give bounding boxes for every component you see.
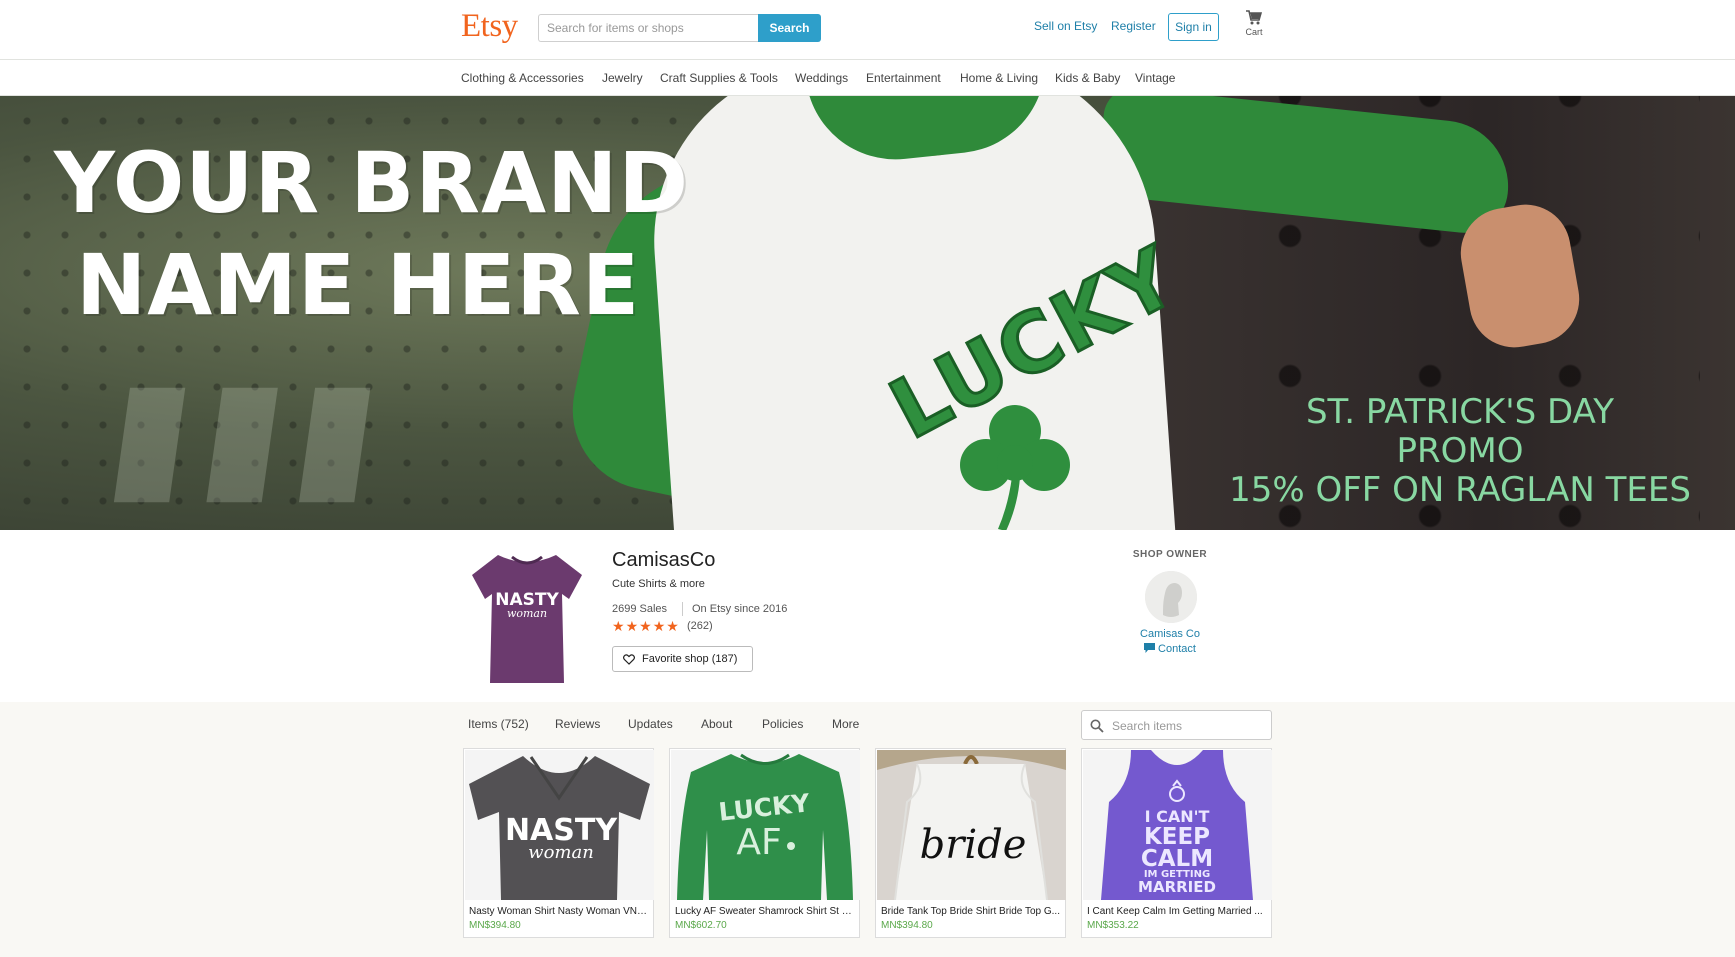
category-home-living[interactable]: Home & Living — [960, 71, 1038, 85]
listing-title[interactable]: Nasty Woman Shirt Nasty Woman VNe... — [469, 906, 649, 917]
shop-owner-title: SHOP OWNER — [1132, 549, 1208, 560]
category-craft-supplies[interactable]: Craft Supplies & Tools — [660, 71, 778, 85]
shamrock-icon — [960, 405, 1070, 530]
promo-line-2: PROMO — [1396, 431, 1524, 471]
owner-name-link[interactable]: Camisas Co — [1110, 628, 1230, 640]
owner-avatar[interactable] — [1145, 571, 1197, 623]
banner-promo: ST. PATRICK'S DAY PROMO 15% OFF ON RAGLA… — [1190, 393, 1730, 510]
cart-icon — [1246, 10, 1262, 25]
shop-banner: ▮▮▮ LUCKY YOUR BRAND NAME HERE ST. PATRI… — [0, 96, 1735, 530]
search-bar: Search — [538, 14, 821, 42]
listing-title[interactable]: Bride Tank Top Bride Shirt Bride Top G..… — [881, 906, 1061, 917]
item-search-input[interactable] — [1112, 716, 1267, 736]
rating-stars[interactable]: ★★★★★ — [612, 618, 680, 635]
listing-price: MN$394.80 — [469, 920, 521, 931]
category-jewelry[interactable]: Jewelry — [602, 71, 643, 85]
star-icon: ★ — [625, 618, 640, 634]
listing-print: woman — [528, 842, 594, 863]
listing-price: MN$394.80 — [881, 920, 933, 931]
listing-print: bride — [920, 822, 1027, 868]
banner-brand-line-1: YOUR BRAND — [54, 134, 690, 232]
listing-print: AF — [736, 822, 781, 863]
items-section: Items (752) Reviews Updates About Polici… — [0, 702, 1735, 957]
tab-updates[interactable]: Updates — [628, 717, 673, 731]
search-button[interactable]: Search — [758, 14, 821, 42]
contact-owner-link[interactable]: Contact — [1110, 643, 1230, 655]
category-weddings[interactable]: Weddings — [795, 71, 848, 85]
listing-card[interactable]: NASTY woman Nasty Woman Shirt Nasty Woma… — [463, 748, 654, 938]
category-nav: Clothing & Accessories Jewelry Craft Sup… — [0, 60, 1735, 96]
category-entertainment[interactable]: Entertainment — [866, 71, 941, 85]
shop-sales[interactable]: 2699 Sales — [612, 603, 667, 615]
tab-more[interactable]: More — [832, 717, 859, 731]
listing-card[interactable]: I CAN'T KEEP CALM IM GETTING MARRIED I C… — [1081, 748, 1272, 938]
star-icon: ★ — [666, 618, 680, 634]
review-count[interactable]: (262) — [687, 620, 713, 632]
listing-title[interactable]: Lucky AF Sweater Shamrock Shirt St P... — [675, 906, 855, 917]
contact-label: Contact — [1158, 643, 1196, 655]
category-vintage[interactable]: Vintage — [1135, 71, 1175, 85]
favorite-shop-button[interactable]: Favorite shop (187) — [612, 646, 753, 672]
listing-image[interactable]: I CAN'T KEEP CALM IM GETTING MARRIED — [1083, 750, 1272, 900]
listing-card[interactable]: LUCKY AF Lucky AF Sweater Shamrock Shirt… — [669, 748, 860, 938]
promo-line-1: ST. PATRICK'S DAY — [1305, 392, 1615, 432]
star-icon: ★ — [652, 618, 667, 634]
search-icon — [1090, 719, 1104, 733]
tab-about[interactable]: About — [701, 717, 732, 731]
listing-print: MARRIED — [1138, 878, 1216, 896]
shop-info: NASTY woman CamisasCo Cute Shirts & more… — [0, 530, 1735, 702]
banner-faded-letters: ▮▮▮ — [97, 346, 400, 520]
site-header: Etsy Search Sell on Etsy Register Sign i… — [0, 0, 1735, 60]
listing-image[interactable]: bride — [877, 750, 1066, 900]
promo-line-3: 15% OFF ON RAGLAN TEES — [1229, 470, 1691, 510]
listing-image[interactable]: LUCKY AF — [671, 750, 860, 900]
shop-icon[interactable]: NASTY woman — [468, 547, 586, 687]
shop-name: CamisasCo — [612, 549, 716, 571]
category-clothing-accessories[interactable]: Clothing & Accessories — [461, 71, 584, 85]
shop-tagline: Cute Shirts & more — [612, 578, 705, 590]
listing-image[interactable]: NASTY woman — [465, 750, 654, 900]
shop-icon-print-2: woman — [507, 607, 547, 620]
listing-card[interactable]: bride Bride Tank Top Bride Shirt Bride T… — [875, 748, 1066, 938]
listing-title[interactable]: I Cant Keep Calm Im Getting Married ... — [1087, 906, 1267, 917]
item-search-box — [1081, 710, 1272, 740]
tab-policies[interactable]: Policies — [762, 717, 803, 731]
heart-icon — [623, 653, 635, 665]
etsy-logo[interactable]: Etsy — [461, 8, 518, 45]
sell-on-etsy-link[interactable]: Sell on Etsy — [1034, 19, 1097, 33]
message-icon — [1144, 643, 1156, 653]
star-icon: ★ — [612, 618, 626, 634]
sign-in-button[interactable]: Sign in — [1168, 13, 1219, 41]
listing-price: MN$353.22 — [1087, 920, 1139, 931]
banner-brand-line-2: NAME HERE — [76, 236, 641, 334]
favorite-shop-label: Favorite shop (187) — [642, 653, 738, 665]
search-input[interactable] — [538, 14, 758, 42]
category-kids-baby[interactable]: Kids & Baby — [1055, 71, 1120, 85]
star-icon: ★ — [639, 618, 653, 634]
divider — [682, 602, 683, 616]
avatar-silhouette-icon — [1145, 571, 1197, 623]
shop-since: On Etsy since 2016 — [692, 603, 788, 615]
tab-items[interactable]: Items (752) — [468, 717, 529, 731]
register-link[interactable]: Register — [1111, 19, 1156, 33]
tab-reviews[interactable]: Reviews — [555, 717, 600, 731]
cart-button[interactable]: Cart — [1240, 10, 1268, 37]
cart-label: Cart — [1245, 27, 1263, 37]
listing-price: MN$602.70 — [675, 920, 727, 931]
